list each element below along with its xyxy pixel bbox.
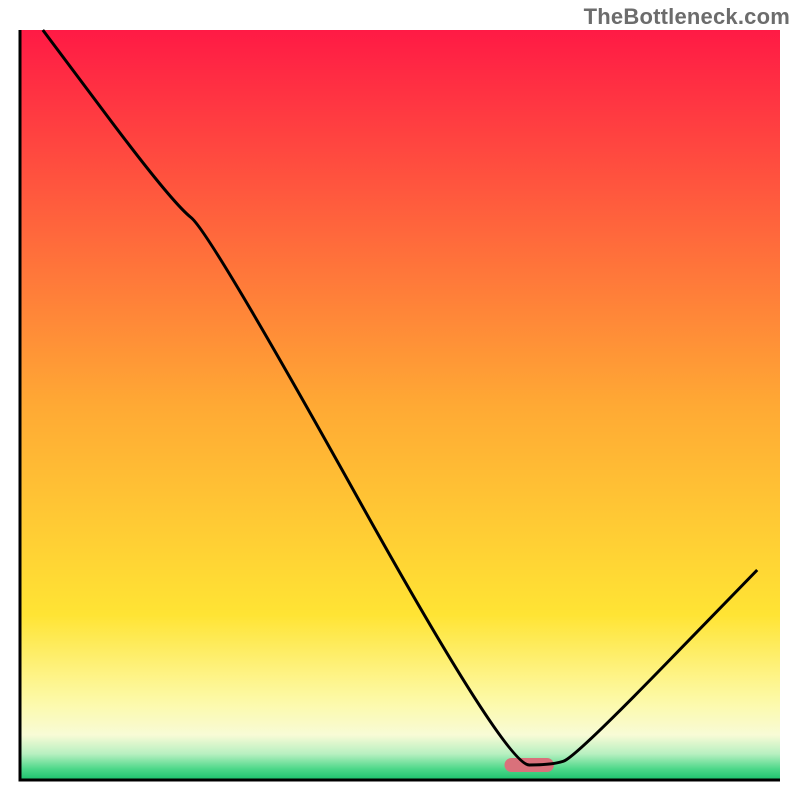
watermark-text: TheBottleneck.com — [584, 4, 790, 30]
bottleneck-chart — [0, 0, 800, 800]
chart-stage: TheBottleneck.com — [0, 0, 800, 800]
chart-background — [20, 30, 780, 780]
